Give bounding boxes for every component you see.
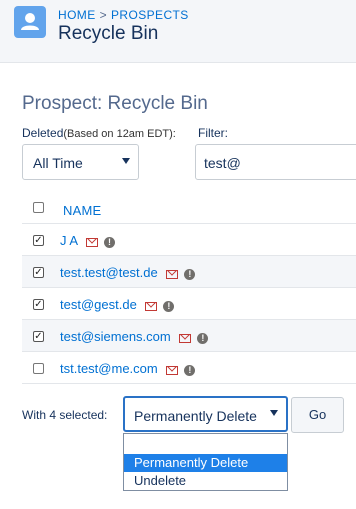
- bulk-action-select[interactable]: Permanently Delete: [123, 396, 288, 432]
- section-title: Prospect: Recycle Bin: [22, 93, 208, 114]
- info-icon[interactable]: !: [197, 333, 209, 345]
- table-row: ✓ J A !: [22, 224, 356, 256]
- chevron-down-icon: [122, 158, 130, 164]
- prospect-name-link[interactable]: J A: [60, 233, 77, 248]
- info-icon[interactable]: !: [163, 301, 175, 313]
- mail-icon[interactable]: [85, 238, 98, 248]
- prospect-name-link[interactable]: test@gest.de: [60, 297, 137, 312]
- dropdown-option-blank[interactable]: [124, 434, 287, 454]
- row-checkbox[interactable]: ✓: [33, 267, 44, 278]
- filter-label: Filter:: [198, 126, 228, 140]
- info-icon[interactable]: !: [184, 269, 196, 281]
- bulk-action-dropdown: Permanently Delete Undelete: [123, 433, 288, 491]
- row-checkbox[interactable]: ✓: [33, 299, 44, 310]
- mail-icon[interactable]: [179, 334, 192, 344]
- prospect-name-link[interactable]: test.test@test.de: [60, 265, 158, 280]
- table-row: tst.test@me.com !: [22, 352, 356, 384]
- select-all-checkbox[interactable]: [33, 202, 44, 213]
- deleted-label-note: (Based on 12am EDT):: [63, 128, 176, 140]
- page-header: HOME > PROSPECTS Recycle Bin: [0, 0, 356, 63]
- row-checkbox[interactable]: ✓: [33, 235, 44, 246]
- deleted-label-text: Deleted: [22, 126, 64, 140]
- table-row: ✓ test@siemens.com !: [22, 320, 356, 352]
- breadcrumb-prospects[interactable]: PROSPECTS: [111, 8, 189, 22]
- prospect-name-link[interactable]: test@siemens.com: [60, 329, 171, 344]
- table-header-row: NAME: [22, 191, 356, 224]
- info-icon[interactable]: !: [103, 237, 115, 249]
- person-icon: [14, 6, 46, 38]
- breadcrumb: HOME > PROSPECTS: [58, 8, 189, 22]
- row-checkbox[interactable]: [33, 363, 44, 374]
- deleted-label: Deleted(Based on 12am EDT):: [22, 126, 176, 140]
- mail-icon[interactable]: [166, 270, 179, 280]
- info-icon[interactable]: !: [184, 365, 196, 377]
- bulk-action-value: Permanently Delete: [134, 408, 257, 424]
- deleted-range-value: All Time: [33, 155, 83, 171]
- filter-input[interactable]: test@: [195, 144, 356, 180]
- dropdown-option-undelete[interactable]: Undelete: [124, 472, 287, 490]
- prospect-table: NAME ✓ J A ! ✓ test.test@test.de ! ✓ tes…: [22, 191, 356, 384]
- deleted-range-select[interactable]: All Time: [22, 144, 139, 180]
- mail-icon[interactable]: [145, 302, 158, 312]
- dropdown-option-permanently-delete[interactable]: Permanently Delete: [124, 454, 287, 472]
- chevron-down-icon: [270, 410, 278, 416]
- go-button[interactable]: Go: [291, 397, 344, 433]
- table-row: ✓ test.test@test.de !: [22, 256, 356, 288]
- table-row: ✓ test@gest.de !: [22, 288, 356, 320]
- prospect-name-link[interactable]: tst.test@me.com: [60, 361, 158, 376]
- row-checkbox[interactable]: ✓: [33, 331, 44, 342]
- mail-icon[interactable]: [166, 366, 179, 376]
- with-selected-label: With 4 selected:: [22, 408, 108, 422]
- column-header-name[interactable]: NAME: [63, 203, 101, 218]
- breadcrumb-home[interactable]: HOME: [58, 8, 96, 22]
- page-title: Recycle Bin: [58, 23, 159, 44]
